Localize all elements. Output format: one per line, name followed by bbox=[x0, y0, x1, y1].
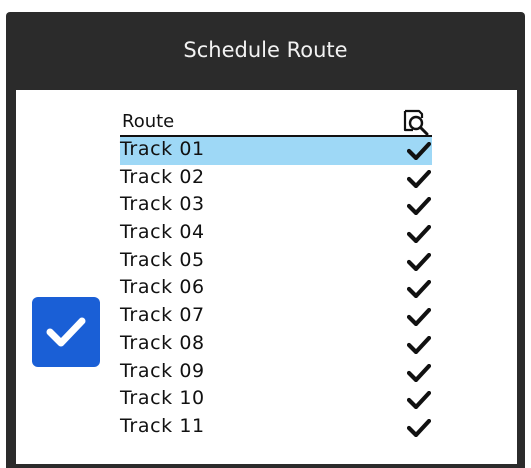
table-row[interactable]: Track 09 bbox=[120, 359, 432, 387]
route-name: Track 08 bbox=[120, 331, 205, 354]
route-name: Track 07 bbox=[120, 304, 205, 327]
checkmark-icon[interactable] bbox=[406, 141, 432, 161]
route-name: Track 04 bbox=[120, 221, 205, 244]
search-icon[interactable] bbox=[401, 108, 431, 138]
select-all-checkbox[interactable] bbox=[32, 297, 100, 367]
list-header: Route bbox=[120, 108, 432, 137]
checkmark-icon[interactable] bbox=[406, 280, 432, 299]
table-row[interactable]: Track 04 bbox=[120, 220, 432, 248]
table-row[interactable]: Track 05 bbox=[120, 248, 432, 276]
checkmark-icon[interactable] bbox=[406, 169, 432, 188]
table-row[interactable]: Track 03 bbox=[120, 192, 432, 220]
route-name: Track 06 bbox=[120, 276, 205, 299]
checkmark-icon[interactable] bbox=[406, 418, 432, 437]
table-row[interactable]: Track 01 bbox=[120, 137, 432, 165]
route-name: Track 03 bbox=[120, 193, 205, 216]
route-panel: Route Track 01 Track 02 Track 03 Track 04 Tr… bbox=[16, 90, 517, 464]
checkmark-icon[interactable] bbox=[406, 224, 432, 244]
route-list: Route Track 01 Track 02 Track 03 Track 04 Tr… bbox=[120, 108, 432, 442]
schedule-route-dialog: Schedule Route Route Track 01 Track 02 T… bbox=[6, 12, 525, 468]
route-name: Track 09 bbox=[120, 359, 205, 382]
route-column-header: Route bbox=[122, 111, 175, 132]
table-row[interactable]: Track 11 bbox=[120, 414, 432, 442]
checkbox-checked-icon bbox=[46, 317, 86, 347]
table-row[interactable]: Track 08 bbox=[120, 331, 432, 359]
route-name: Track 01 bbox=[120, 138, 205, 160]
route-name: Track 11 bbox=[120, 414, 205, 437]
route-rows: Track 01 Track 02 Track 03 Track 04 Track 05… bbox=[120, 137, 432, 442]
table-row[interactable]: Track 10 bbox=[120, 386, 432, 414]
checkmark-icon[interactable] bbox=[406, 335, 432, 354]
route-name: Track 05 bbox=[120, 248, 205, 271]
checkmark-icon[interactable] bbox=[406, 308, 432, 327]
route-name: Track 02 bbox=[120, 165, 205, 188]
table-row[interactable]: Track 07 bbox=[120, 303, 432, 331]
table-row[interactable]: Track 06 bbox=[120, 275, 432, 303]
dialog-title: Schedule Route bbox=[183, 38, 348, 62]
checkmark-icon[interactable] bbox=[406, 252, 432, 271]
route-name: Track 10 bbox=[120, 387, 205, 410]
table-row[interactable]: Track 02 bbox=[120, 165, 432, 193]
checkmark-icon[interactable] bbox=[406, 363, 432, 382]
checkmark-icon[interactable] bbox=[406, 197, 432, 216]
checkmark-icon[interactable] bbox=[406, 391, 432, 410]
